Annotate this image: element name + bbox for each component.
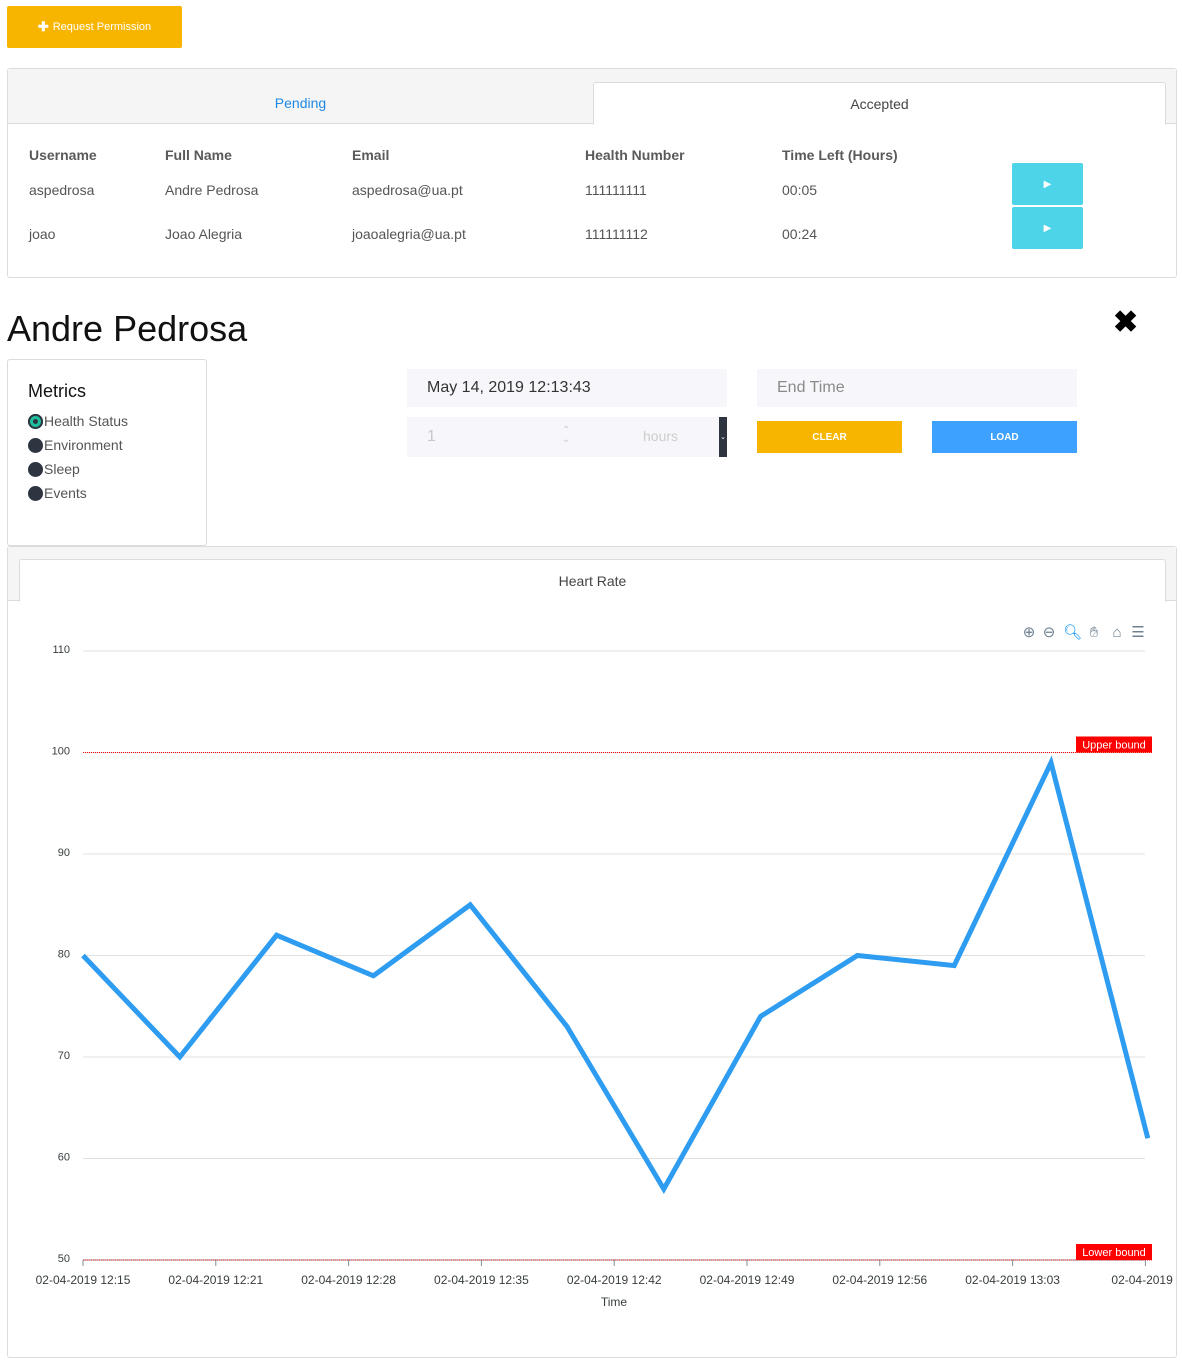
x-tick-label: 02-04-2019 12:21 (168, 1273, 263, 1287)
bound-annotations: Upper bound Lower bound (83, 736, 1152, 1261)
bound-label: Upper bound (1082, 740, 1146, 752)
x-tick-label: 02-04-2019 12:56 (832, 1273, 927, 1287)
x-tick-label: 02-04-2019 12:28 (301, 1273, 396, 1287)
y-tick-label: 80 (58, 949, 70, 961)
chart-grid (83, 650, 1145, 1261)
x-axis: 02-04-2019 12:15 02-04-2019 12:21 02-04-20… (36, 1259, 1173, 1287)
y-tick-label: 50 (58, 1253, 70, 1265)
x-tick-label: 02-04-2019 12:49 (700, 1273, 795, 1287)
x-tick-label: 02-04-2019 13:03 (965, 1273, 1060, 1287)
x-tick-label: 02-04-2019 12:35 (434, 1273, 529, 1287)
bound-label: Lower bound (1082, 1247, 1146, 1259)
x-tick-label: 02-04-2019 12:15 (36, 1273, 131, 1287)
x-tick-label: 02-04-2019 12:42 (567, 1273, 662, 1287)
y-tick-label: 70 (58, 1050, 70, 1062)
y-axis: 50 60 70 80 90 100 110 (52, 644, 70, 1265)
x-axis-label: Time (601, 1295, 628, 1309)
heart-rate-line (81, 755, 1151, 1194)
y-tick-label: 60 (58, 1152, 70, 1164)
y-tick-label: 110 (52, 644, 70, 656)
x-tick-label: 02-04-2019 (1111, 1273, 1173, 1287)
heart-rate-chart: 5060708090100110 02-04-2019 12:15 02-04-2… (36, 644, 1173, 1309)
y-tick-label: 100 (52, 746, 70, 758)
y-tick-label: 90 (58, 847, 70, 859)
